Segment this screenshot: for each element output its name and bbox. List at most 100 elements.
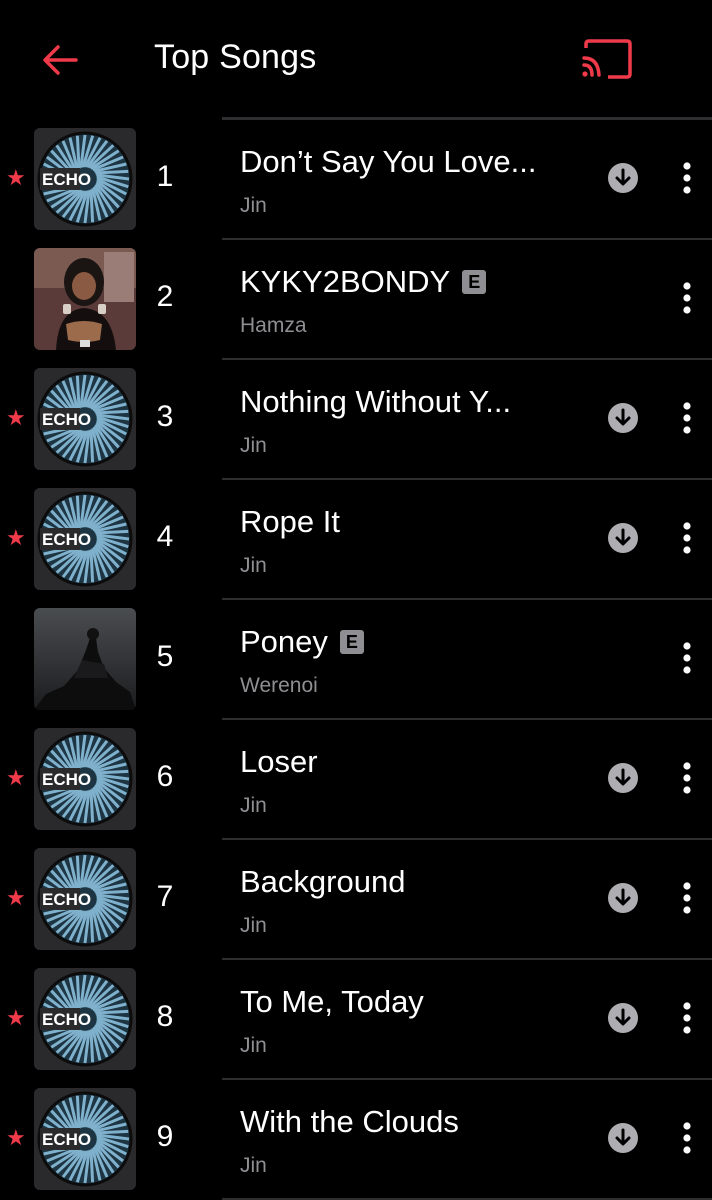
page-title: Top Songs <box>154 38 317 76</box>
svg-text:ECHO: ECHO <box>42 1010 91 1029</box>
star-icon: ★ <box>6 1125 26 1150</box>
download-icon[interactable] <box>607 1002 639 1034</box>
svg-text:ECHO: ECHO <box>42 170 91 189</box>
song-artist: Jin <box>240 434 267 457</box>
more-vertical-icon <box>683 162 691 194</box>
album-artwork: ECHO <box>34 1088 136 1190</box>
album-artwork: ECHO <box>34 968 136 1070</box>
song-row[interactable]: 5 Poney E Werenoi <box>0 600 712 720</box>
download-icon[interactable] <box>607 162 639 194</box>
song-title-text: Loser <box>240 744 318 779</box>
song-title: To Me, Today <box>240 984 424 1020</box>
download-icon[interactable] <box>607 882 639 914</box>
more-options-button[interactable] <box>672 638 702 678</box>
album-artwork: ECHO <box>34 728 136 830</box>
song-row[interactable]: ★ ECHO 1 Don’t Say You Love... Jin <box>0 120 712 240</box>
song-artist: Jin <box>240 1154 267 1177</box>
svg-text:ECHO: ECHO <box>42 410 91 429</box>
more-options-button[interactable] <box>672 518 702 558</box>
cast-icon <box>582 39 632 79</box>
svg-text:ECHO: ECHO <box>42 890 91 909</box>
song-rank: 8 <box>156 1000 174 1033</box>
cast-button[interactable] <box>578 36 634 84</box>
song-list: ★ ECHO 1 Don’t Say You Love... Jin 2 KYKY2BOND… <box>0 120 712 1200</box>
more-options-button[interactable] <box>672 158 702 198</box>
song-title-text: Rope It <box>240 504 340 539</box>
song-title: Background <box>240 864 405 900</box>
album-artwork: ECHO <box>34 368 136 470</box>
star-icon: ★ <box>6 765 26 790</box>
song-rank: 2 <box>156 280 174 313</box>
song-rank: 1 <box>156 160 174 193</box>
song-title: KYKY2BONDY E <box>240 264 487 300</box>
song-title-text: Poney <box>240 624 328 659</box>
more-vertical-icon <box>683 642 691 674</box>
song-row[interactable]: ★ ECHO 7 Background Jin <box>0 840 712 960</box>
album-artwork <box>34 248 136 350</box>
star-icon: ★ <box>6 165 26 190</box>
song-title-text: With the Clouds <box>240 1104 459 1139</box>
more-vertical-icon <box>683 882 691 914</box>
more-vertical-icon <box>683 282 691 314</box>
star-icon: ★ <box>6 1005 26 1030</box>
song-title: Rope It <box>240 504 340 540</box>
song-rank: 7 <box>156 880 174 913</box>
song-title: With the Clouds <box>240 1104 459 1140</box>
more-vertical-icon <box>683 762 691 794</box>
song-rank: 9 <box>156 1120 174 1153</box>
album-artwork: ECHO <box>34 128 136 230</box>
more-options-button[interactable] <box>672 398 702 438</box>
svg-text:ECHO: ECHO <box>42 1130 91 1149</box>
download-icon[interactable] <box>607 522 639 554</box>
more-options-button[interactable] <box>672 278 702 318</box>
song-title: Don’t Say You Love... <box>240 144 536 180</box>
song-title: Poney E <box>240 624 364 660</box>
song-artist: Jin <box>240 794 267 817</box>
song-artist: Jin <box>240 194 267 217</box>
album-artwork: ECHO <box>34 488 136 590</box>
explicit-badge: E <box>339 630 364 654</box>
song-rank: 6 <box>156 760 174 793</box>
download-icon[interactable] <box>607 402 639 434</box>
song-row[interactable]: ★ ECHO 6 Loser Jin <box>0 720 712 840</box>
song-title-text: Background <box>240 864 406 899</box>
more-vertical-icon <box>683 402 691 434</box>
song-artist: Jin <box>240 554 267 577</box>
song-row[interactable]: ★ ECHO 9 With the Clouds Jin <box>0 1080 712 1200</box>
more-options-button[interactable] <box>672 998 702 1038</box>
explicit-badge: E <box>462 270 487 294</box>
song-rank: 3 <box>156 400 174 433</box>
download-icon[interactable] <box>607 1122 639 1154</box>
song-title: Loser <box>240 744 318 780</box>
song-rank: 5 <box>156 640 174 673</box>
download-icon[interactable] <box>607 762 639 794</box>
song-artist: Werenoi <box>240 674 318 697</box>
album-artwork <box>34 608 136 710</box>
more-options-button[interactable] <box>672 758 702 798</box>
song-artist: Hamza <box>240 314 307 337</box>
song-row[interactable]: ★ ECHO 3 Nothing Without Y... Jin <box>0 360 712 480</box>
song-artist: Jin <box>240 1034 267 1057</box>
song-artist: Jin <box>240 914 267 937</box>
album-artwork: ECHO <box>34 848 136 950</box>
star-icon: ★ <box>6 405 26 430</box>
more-vertical-icon <box>683 522 691 554</box>
song-rank: 4 <box>156 520 174 553</box>
star-icon: ★ <box>6 525 26 550</box>
song-title-text: To Me, Today <box>240 984 424 1019</box>
song-row[interactable]: 2 KYKY2BONDY E Hamza <box>0 240 712 360</box>
song-title-text: KYKY2BONDY <box>240 264 451 299</box>
star-icon: ★ <box>6 885 26 910</box>
more-options-button[interactable] <box>672 878 702 918</box>
back-button[interactable] <box>40 40 80 80</box>
song-title: Nothing Without Y... <box>240 384 511 420</box>
song-title-text: Don’t Say You Love... <box>240 144 537 179</box>
back-arrow-icon <box>43 45 78 75</box>
more-vertical-icon <box>683 1002 691 1034</box>
song-title-text: Nothing Without Y... <box>240 384 512 419</box>
header: Top Songs <box>0 0 712 118</box>
song-row[interactable]: ★ ECHO 4 Rope It Jin <box>0 480 712 600</box>
song-row[interactable]: ★ ECHO 8 To Me, Today Jin <box>0 960 712 1080</box>
more-options-button[interactable] <box>672 1118 702 1158</box>
svg-text:ECHO: ECHO <box>42 530 91 549</box>
